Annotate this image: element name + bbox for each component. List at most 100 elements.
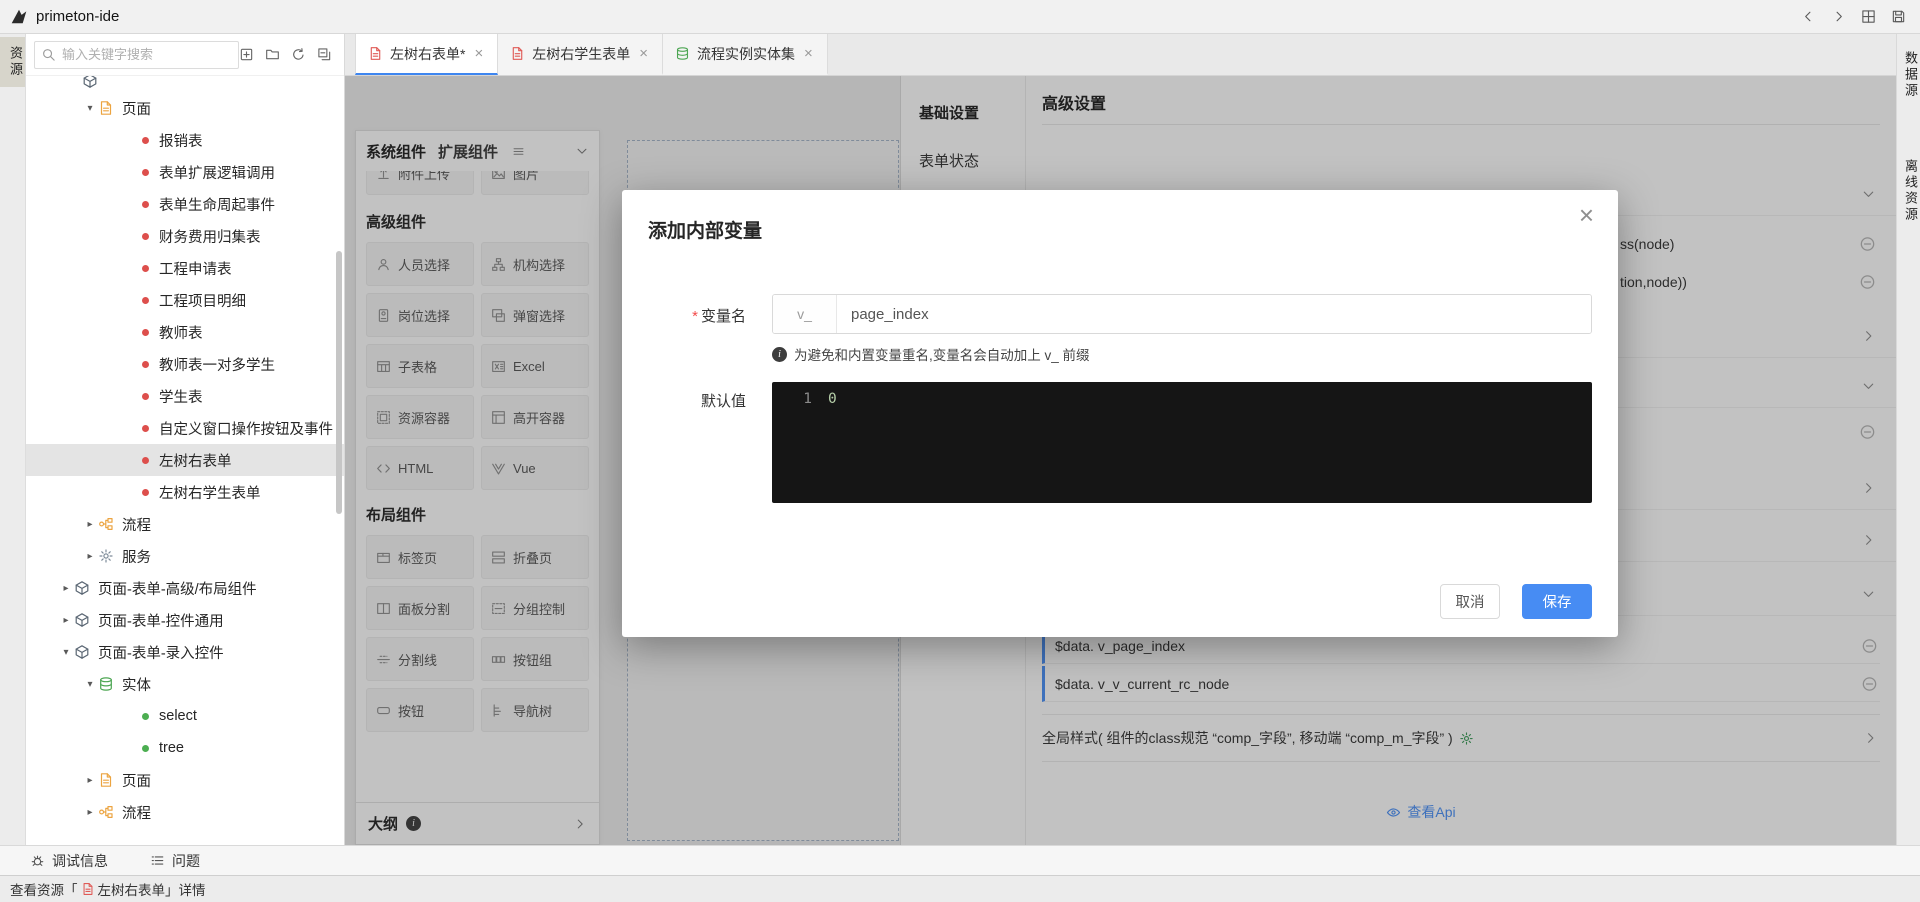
- red-dot-icon: [142, 329, 149, 336]
- tree-item-label: 流程: [122, 802, 151, 823]
- status-text-after: 」详情: [165, 879, 206, 899]
- tree-item[interactable]: ▾ 页面-表单-录入控件: [26, 636, 344, 668]
- tree-item[interactable]: ▸ 流程: [26, 796, 344, 828]
- expand-arrow-icon[interactable]: ▸: [58, 583, 74, 594]
- tree-item[interactable]: 左树右表单: [26, 444, 344, 476]
- tree-item-label: 左树右学生表单: [159, 482, 261, 503]
- search-icon: [41, 47, 56, 62]
- default-value-code-editor[interactable]: 1 0: [772, 382, 1592, 503]
- tree-item-label: 学生表: [159, 386, 203, 407]
- debug-info-tab[interactable]: 调试信息: [30, 851, 108, 871]
- expand-arrow-icon[interactable]: ▸: [82, 519, 98, 530]
- tree-item-label: 报销表: [159, 130, 203, 151]
- variable-name-input[interactable]: [837, 295, 1591, 333]
- tab-close-icon[interactable]: ×: [472, 44, 485, 63]
- problems-icon: [150, 853, 165, 868]
- save-icon[interactable]: [1891, 9, 1906, 24]
- editor-tab[interactable]: 流程实例实体集 ×: [663, 34, 828, 75]
- search-input[interactable]: [34, 41, 239, 69]
- tree-item-label: 工程项目明细: [159, 290, 246, 311]
- tree-item[interactable]: 财务费用归集表: [26, 220, 344, 252]
- hint-text: 为避免和内置变量重名,变量名会自动加上 v_ 前缀: [794, 344, 1090, 364]
- form-icon: [81, 882, 95, 896]
- expand-arrow-icon[interactable]: ▸: [82, 551, 98, 562]
- tree-item[interactable]: 教师表: [26, 316, 344, 348]
- tree-item[interactable]: 左树右学生表单: [26, 476, 344, 508]
- tree-item[interactable]: ▾ 实体: [26, 668, 344, 700]
- datasource-vertical-tab[interactable]: 数据源: [1897, 42, 1920, 108]
- cancel-button[interactable]: 取消: [1440, 584, 1500, 619]
- tree-item-label: 实体: [122, 674, 151, 695]
- service-icon: [98, 548, 114, 564]
- red-dot-icon: [142, 297, 149, 304]
- expand-arrow-icon[interactable]: ▸: [82, 807, 98, 818]
- tree-item[interactable]: [26, 76, 344, 92]
- expand-arrow-icon[interactable]: ▸: [58, 615, 74, 626]
- tab-label: 左树右表单*: [390, 44, 465, 64]
- resources-vertical-tab[interactable]: 资源: [0, 37, 25, 87]
- close-icon[interactable]: ×: [1579, 202, 1594, 228]
- tree-item[interactable]: 学生表: [26, 380, 344, 412]
- tree-item[interactable]: 工程项目明细: [26, 284, 344, 316]
- expand-arrow-icon[interactable]: ▾: [82, 103, 98, 114]
- expand-arrow-icon[interactable]: ▾: [58, 647, 74, 658]
- problems-label: 问题: [172, 851, 200, 871]
- tab-close-icon[interactable]: ×: [802, 44, 815, 63]
- expand-arrow-icon[interactable]: ▾: [82, 679, 98, 690]
- tree-item-label: 流程: [122, 514, 151, 535]
- debug-icon: [30, 853, 45, 868]
- bottom-panel-bar: 调试信息 问题: [0, 845, 1920, 875]
- default-value-label: 默认值: [628, 390, 746, 411]
- tree-item-label: 服务: [122, 546, 151, 567]
- entity-icon: [98, 676, 114, 692]
- dialog-title: 添加内部变量: [648, 216, 762, 243]
- tree-item[interactable]: 表单扩展逻辑调用: [26, 156, 344, 188]
- tree-item-label: 页面: [122, 770, 151, 791]
- tree-item[interactable]: 表单生命周起事件: [26, 188, 344, 220]
- tab-close-icon[interactable]: ×: [637, 44, 650, 63]
- tree-item[interactable]: ▾ 页面: [26, 92, 344, 124]
- module-icon: [74, 580, 90, 596]
- editor-tab[interactable]: 左树右学生表单 ×: [498, 34, 663, 75]
- flow-icon: [98, 516, 114, 532]
- tree-item[interactable]: ▸ 服务: [26, 540, 344, 572]
- tree-item-label: tree: [159, 740, 184, 756]
- tree-item[interactable]: ▸ 页面: [26, 764, 344, 796]
- tree-item[interactable]: ▸ 流程: [26, 508, 344, 540]
- tree-item[interactable]: 自定义窗口操作按钮及事件: [26, 412, 344, 444]
- tree-item[interactable]: 工程申请表: [26, 252, 344, 284]
- offline-resource-vertical-tab[interactable]: 离线资源: [1897, 150, 1920, 232]
- tree-item[interactable]: select: [26, 700, 344, 732]
- editor-tabbar: 左树右表单* × 左树右学生表单 × 流程实例实体集 ×: [345, 34, 1896, 76]
- new-folder-icon[interactable]: [265, 47, 280, 62]
- collapse-all-icon[interactable]: [317, 47, 332, 62]
- tree-item[interactable]: ▸ 页面-表单-高级/布局组件: [26, 572, 344, 604]
- app-title: primeton-ide: [36, 8, 119, 25]
- tree-item-label: 页面-表单-录入控件: [98, 642, 224, 663]
- save-button[interactable]: 保存: [1522, 584, 1592, 619]
- tab-label: 左树右学生表单: [532, 44, 630, 64]
- locate-file-icon[interactable]: [239, 47, 254, 62]
- tree-item[interactable]: tree: [26, 732, 344, 764]
- tree-item[interactable]: ▸ 页面-表单-控件通用: [26, 604, 344, 636]
- variable-prefix: v_: [773, 295, 837, 333]
- forward-icon[interactable]: [1831, 9, 1846, 24]
- editor-tab[interactable]: 左树右表单* ×: [355, 34, 498, 75]
- variable-name-input-group: v_: [772, 294, 1592, 334]
- red-dot-icon: [142, 489, 149, 496]
- scrollbar-thumb[interactable]: [336, 251, 342, 514]
- tree-item-label: 教师表一对多学生: [159, 354, 275, 375]
- tree-item-label: 表单扩展逻辑调用: [159, 162, 275, 183]
- tree-item-label: 页面-表单-高级/布局组件: [98, 578, 257, 599]
- red-dot-icon: [142, 233, 149, 240]
- split-view-icon[interactable]: [1861, 9, 1876, 24]
- refresh-icon[interactable]: [291, 47, 306, 62]
- tree-item-label: 页面-表单-控件通用: [98, 610, 224, 631]
- tree-item[interactable]: 报销表: [26, 124, 344, 156]
- problems-tab[interactable]: 问题: [150, 851, 200, 871]
- back-icon[interactable]: [1801, 9, 1816, 24]
- red-dot-icon: [142, 361, 149, 368]
- red-dot-icon: [142, 425, 149, 432]
- tree-item[interactable]: 教师表一对多学生: [26, 348, 344, 380]
- expand-arrow-icon[interactable]: ▸: [82, 775, 98, 786]
